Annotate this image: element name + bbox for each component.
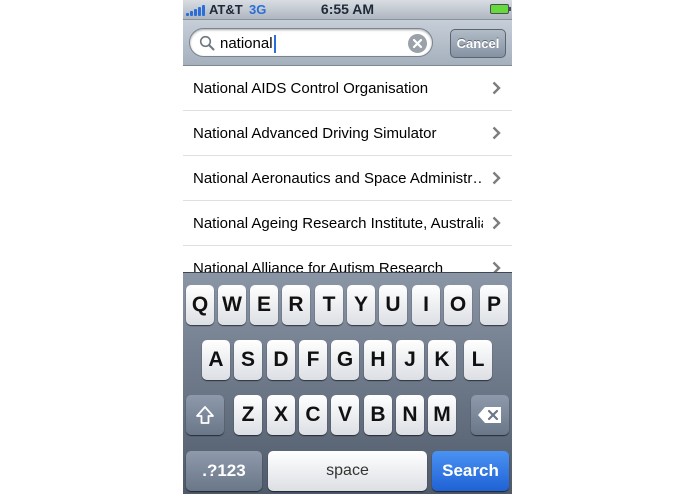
clear-text-icon[interactable] <box>408 34 427 53</box>
key-n[interactable]: N <box>396 395 424 435</box>
battery-icon <box>490 4 511 14</box>
key-b[interactable]: B <box>364 395 392 435</box>
chevron-right-icon <box>492 216 501 230</box>
search-icon <box>199 35 215 51</box>
key-h[interactable]: H <box>364 340 392 380</box>
key-w[interactable]: W <box>218 285 246 325</box>
on-screen-keyboard: Q W E R T Y U I O P A S D F G H J K L Z … <box>183 272 512 494</box>
key-l[interactable]: L <box>464 340 492 380</box>
key-i[interactable]: I <box>412 285 440 325</box>
key-v[interactable]: V <box>331 395 359 435</box>
key-t[interactable]: T <box>315 285 343 325</box>
backspace-icon <box>478 407 501 423</box>
key-u[interactable]: U <box>379 285 407 325</box>
text-caret <box>273 35 276 53</box>
list-item-label: National Advanced Driving Simulator <box>193 125 437 142</box>
cancel-button[interactable]: Cancel <box>450 29 506 58</box>
key-j[interactable]: J <box>396 340 424 380</box>
search-input[interactable] <box>220 32 410 54</box>
phone-screen: AT&T 3G 6:55 AM Cancel National AIDS Con… <box>183 0 512 494</box>
list-item-label: National Ageing Research Institute, Aust… <box>193 215 483 232</box>
key-p[interactable]: P <box>480 285 508 325</box>
key-f[interactable]: F <box>299 340 327 380</box>
key-e[interactable]: E <box>250 285 278 325</box>
list-item-label: National AIDS Control Organisation <box>193 80 429 97</box>
shift-arrow-icon <box>196 406 214 424</box>
key-r[interactable]: R <box>282 285 310 325</box>
list-item[interactable]: National Advanced Driving Simulator <box>183 111 512 156</box>
numbers-key[interactable]: .?123 <box>186 451 262 491</box>
chevron-right-icon <box>492 81 501 95</box>
key-d[interactable]: D <box>267 340 295 380</box>
chevron-right-icon <box>492 126 501 140</box>
search-bar: Cancel <box>183 20 512 66</box>
key-s[interactable]: S <box>234 340 262 380</box>
status-time: 6:55 AM <box>320 1 375 17</box>
key-o[interactable]: O <box>444 285 472 325</box>
key-k[interactable]: K <box>428 340 456 380</box>
chevron-right-icon <box>492 171 501 185</box>
key-a[interactable]: A <box>202 340 230 380</box>
key-c[interactable]: C <box>299 395 327 435</box>
list-item-label: National Aeronautics and Space Administr… <box>193 170 483 187</box>
search-field[interactable] <box>189 28 433 57</box>
backspace-key[interactable] <box>471 395 509 435</box>
space-key[interactable]: space <box>268 451 427 491</box>
key-q[interactable]: Q <box>186 285 214 325</box>
list-item[interactable]: National Aeronautics and Space Administr… <box>183 156 512 201</box>
status-bar: AT&T 3G 6:55 AM <box>183 0 512 20</box>
key-g[interactable]: G <box>331 340 359 380</box>
list-item[interactable]: National AIDS Control Organisation <box>183 66 512 111</box>
shift-key[interactable] <box>186 395 224 435</box>
key-m[interactable]: M <box>428 395 456 435</box>
result-list: National AIDS Control Organisation Natio… <box>183 66 512 291</box>
search-key[interactable]: Search <box>432 451 509 491</box>
key-z[interactable]: Z <box>234 395 262 435</box>
key-y[interactable]: Y <box>347 285 375 325</box>
key-x[interactable]: X <box>267 395 295 435</box>
list-item[interactable]: National Ageing Research Institute, Aust… <box>183 201 512 246</box>
